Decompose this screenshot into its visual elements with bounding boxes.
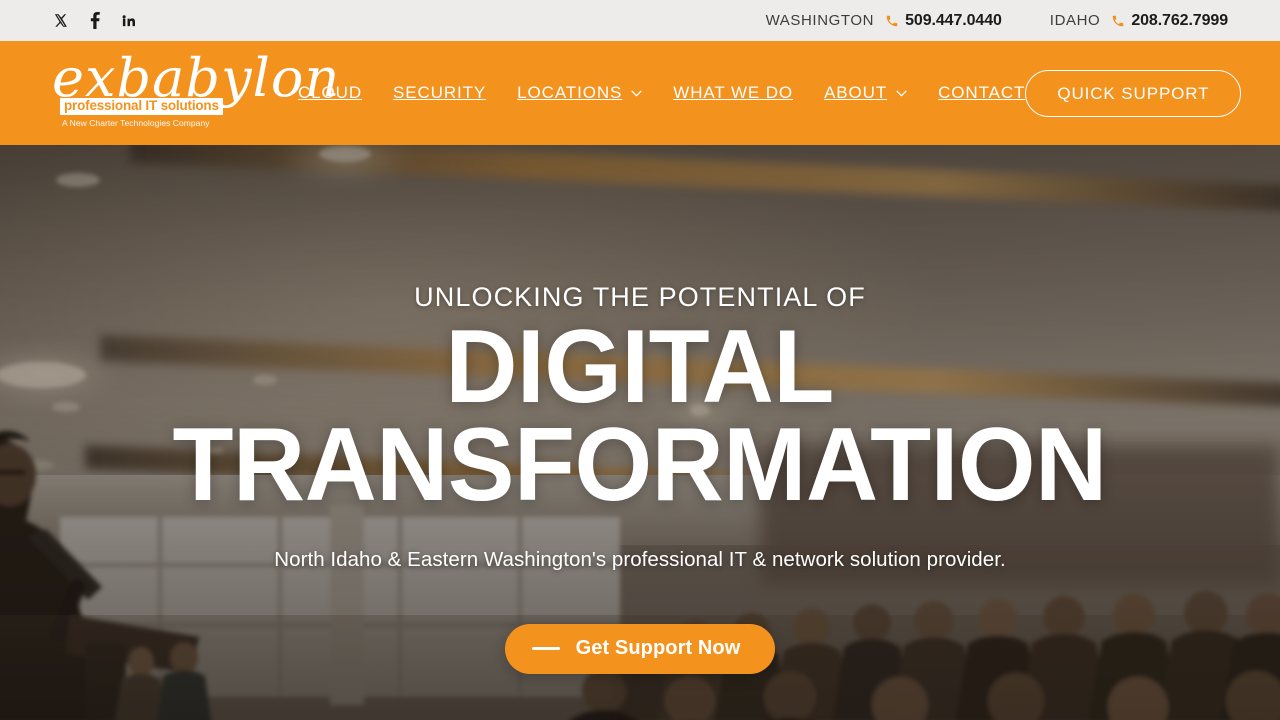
x-twitter-icon[interactable]: [52, 11, 69, 30]
hero-subtitle: North Idaho & Eastern Washington's profe…: [274, 547, 1006, 571]
social-links: [52, 11, 137, 30]
logo-tagline: professional IT solutions: [60, 98, 223, 116]
phone-icon: [885, 14, 899, 28]
get-support-now-button[interactable]: Get Support Now: [504, 623, 776, 674]
hero-content: UNLOCKING THE POTENTIAL OF DIGITAL TRANS…: [0, 145, 1280, 720]
phone-number-washington[interactable]: 509.447.0440: [905, 12, 1002, 30]
cta-label: Get Support Now: [575, 637, 741, 659]
facebook-icon[interactable]: [86, 11, 103, 30]
nav-label: WHAT WE DO: [673, 83, 794, 102]
site-logo[interactable]: exbabylon professional IT solutions A Ne…: [52, 52, 339, 130]
nav-item-locations[interactable]: LOCATIONS: [517, 75, 642, 111]
phone-number-idaho[interactable]: 208.762.7999: [1131, 12, 1228, 30]
utility-bar: WASHINGTON 509.447.0440 IDAHO 208.762.79…: [0, 0, 1280, 41]
hero-headline: DIGITAL TRANSFORMATION: [172, 309, 1108, 523]
nav-item-about[interactable]: ABOUT: [824, 75, 907, 111]
main-header: exbabylon professional IT solutions A Ne…: [0, 41, 1280, 145]
logo-subline: A New Charter Technologies Company: [62, 118, 210, 128]
nav-label: SECURITY: [393, 83, 487, 102]
quick-support-button[interactable]: QUICK SUPPORT: [1025, 69, 1242, 117]
nav-label: LOCATIONS: [517, 83, 623, 102]
contact-idaho: IDAHO 208.762.7999: [1050, 12, 1228, 30]
primary-navigation: CLOUD SECURITY LOCATIONS WHAT WE DO ABOU…: [298, 75, 1025, 111]
nav-item-what-we-do[interactable]: WHAT WE DO: [673, 75, 793, 111]
hero-section: UNLOCKING THE POTENTIAL OF DIGITAL TRANS…: [0, 145, 1280, 720]
chevron-down-icon: [631, 90, 642, 97]
contact-washington: WASHINGTON 509.447.0440: [766, 12, 1002, 30]
phone-icon: [1111, 14, 1125, 28]
contact-info: WASHINGTON 509.447.0440 IDAHO 208.762.79…: [766, 12, 1229, 30]
region-label-washington: WASHINGTON: [765, 12, 875, 29]
nav-label: ABOUT: [824, 83, 888, 102]
hero-headline-line1: DIGITAL: [445, 309, 835, 425]
chevron-down-icon: [896, 90, 907, 97]
linkedin-icon[interactable]: [120, 11, 137, 30]
nav-item-security[interactable]: SECURITY: [393, 75, 486, 111]
dash-icon: [531, 647, 560, 650]
nav-label: CONTACT: [938, 83, 1026, 102]
region-label-idaho: IDAHO: [1049, 12, 1101, 29]
nav-item-contact[interactable]: CONTACT: [938, 75, 1025, 111]
hero-headline-line2: TRANSFORMATION: [172, 406, 1108, 523]
